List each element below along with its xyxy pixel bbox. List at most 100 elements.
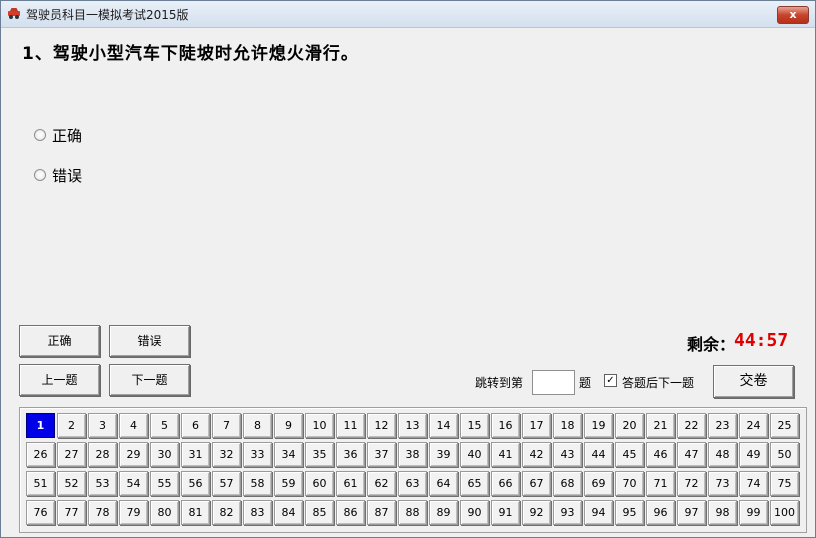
- question-number-button[interactable]: 67: [522, 471, 551, 496]
- question-number-button[interactable]: 55: [150, 471, 179, 496]
- question-number-button[interactable]: 47: [677, 442, 706, 467]
- next-question-button[interactable]: 下一题: [109, 364, 190, 396]
- question-number-button[interactable]: 98: [708, 500, 737, 525]
- question-number-button[interactable]: 99: [739, 500, 768, 525]
- question-number-button[interactable]: 28: [88, 442, 117, 467]
- question-number-button[interactable]: 51: [26, 471, 55, 496]
- question-number-button[interactable]: 50: [770, 442, 799, 467]
- question-number-button[interactable]: 38: [398, 442, 427, 467]
- question-number-button[interactable]: 25: [770, 413, 799, 438]
- question-number-button[interactable]: 77: [57, 500, 86, 525]
- question-number-button[interactable]: 44: [584, 442, 613, 467]
- question-number-button[interactable]: 10: [305, 413, 334, 438]
- question-number-button[interactable]: 4: [119, 413, 148, 438]
- question-number-button[interactable]: 43: [553, 442, 582, 467]
- question-number-button[interactable]: 73: [708, 471, 737, 496]
- question-number-button[interactable]: 81: [181, 500, 210, 525]
- question-number-button[interactable]: 92: [522, 500, 551, 525]
- radio-button[interactable]: [34, 169, 46, 181]
- close-button[interactable]: x: [777, 6, 809, 24]
- question-number-button[interactable]: 46: [646, 442, 675, 467]
- question-number-button[interactable]: 61: [336, 471, 365, 496]
- question-number-button[interactable]: 84: [274, 500, 303, 525]
- question-number-button[interactable]: 88: [398, 500, 427, 525]
- question-number-button[interactable]: 7: [212, 413, 241, 438]
- question-number-button[interactable]: 75: [770, 471, 799, 496]
- question-number-button[interactable]: 41: [491, 442, 520, 467]
- question-number-button[interactable]: 90: [460, 500, 489, 525]
- question-number-button[interactable]: 2: [57, 413, 86, 438]
- question-number-button[interactable]: 13: [398, 413, 427, 438]
- question-number-button[interactable]: 16: [491, 413, 520, 438]
- question-number-button[interactable]: 1: [26, 413, 55, 438]
- question-number-button[interactable]: 93: [553, 500, 582, 525]
- question-number-button[interactable]: 100: [770, 500, 799, 525]
- question-number-button[interactable]: 3: [88, 413, 117, 438]
- question-number-button[interactable]: 59: [274, 471, 303, 496]
- question-number-button[interactable]: 52: [57, 471, 86, 496]
- question-number-button[interactable]: 71: [646, 471, 675, 496]
- question-number-button[interactable]: 86: [336, 500, 365, 525]
- submit-button[interactable]: 交卷: [713, 365, 794, 398]
- question-number-button[interactable]: 32: [212, 442, 241, 467]
- question-number-button[interactable]: 54: [119, 471, 148, 496]
- question-number-button[interactable]: 17: [522, 413, 551, 438]
- question-number-button[interactable]: 34: [274, 442, 303, 467]
- question-number-button[interactable]: 63: [398, 471, 427, 496]
- question-number-button[interactable]: 26: [26, 442, 55, 467]
- question-number-button[interactable]: 69: [584, 471, 613, 496]
- question-number-button[interactable]: 29: [119, 442, 148, 467]
- question-number-button[interactable]: 83: [243, 500, 272, 525]
- question-number-button[interactable]: 48: [708, 442, 737, 467]
- question-number-button[interactable]: 65: [460, 471, 489, 496]
- question-number-button[interactable]: 11: [336, 413, 365, 438]
- question-number-button[interactable]: 62: [367, 471, 396, 496]
- question-number-button[interactable]: 56: [181, 471, 210, 496]
- question-number-button[interactable]: 57: [212, 471, 241, 496]
- question-number-button[interactable]: 12: [367, 413, 396, 438]
- question-number-button[interactable]: 45: [615, 442, 644, 467]
- question-number-button[interactable]: 37: [367, 442, 396, 467]
- answer-correct-button[interactable]: 正确: [19, 325, 100, 357]
- question-number-button[interactable]: 96: [646, 500, 675, 525]
- question-number-button[interactable]: 5: [150, 413, 179, 438]
- question-number-button[interactable]: 35: [305, 442, 334, 467]
- question-number-button[interactable]: 91: [491, 500, 520, 525]
- question-number-button[interactable]: 9: [274, 413, 303, 438]
- auto-next-checkbox[interactable]: ✓: [604, 374, 617, 387]
- question-number-button[interactable]: 49: [739, 442, 768, 467]
- question-number-button[interactable]: 40: [460, 442, 489, 467]
- question-number-button[interactable]: 68: [553, 471, 582, 496]
- question-number-button[interactable]: 64: [429, 471, 458, 496]
- question-number-button[interactable]: 20: [615, 413, 644, 438]
- question-number-button[interactable]: 18: [553, 413, 582, 438]
- question-number-button[interactable]: 22: [677, 413, 706, 438]
- question-number-button[interactable]: 82: [212, 500, 241, 525]
- question-number-button[interactable]: 6: [181, 413, 210, 438]
- question-number-button[interactable]: 74: [739, 471, 768, 496]
- question-number-button[interactable]: 58: [243, 471, 272, 496]
- prev-question-button[interactable]: 上一题: [19, 364, 100, 396]
- answer-wrong-button[interactable]: 错误: [109, 325, 190, 357]
- question-number-button[interactable]: 94: [584, 500, 613, 525]
- question-number-button[interactable]: 70: [615, 471, 644, 496]
- question-number-button[interactable]: 24: [739, 413, 768, 438]
- question-number-button[interactable]: 36: [336, 442, 365, 467]
- question-number-button[interactable]: 33: [243, 442, 272, 467]
- question-number-button[interactable]: 89: [429, 500, 458, 525]
- question-number-button[interactable]: 60: [305, 471, 334, 496]
- question-number-button[interactable]: 8: [243, 413, 272, 438]
- question-number-button[interactable]: 21: [646, 413, 675, 438]
- question-number-button[interactable]: 95: [615, 500, 644, 525]
- question-number-button[interactable]: 78: [88, 500, 117, 525]
- radio-button[interactable]: [34, 129, 46, 141]
- question-number-button[interactable]: 27: [57, 442, 86, 467]
- question-number-button[interactable]: 23: [708, 413, 737, 438]
- question-number-button[interactable]: 53: [88, 471, 117, 496]
- question-number-button[interactable]: 79: [119, 500, 148, 525]
- question-number-button[interactable]: 97: [677, 500, 706, 525]
- question-number-button[interactable]: 15: [460, 413, 489, 438]
- question-number-button[interactable]: 30: [150, 442, 179, 467]
- question-number-button[interactable]: 76: [26, 500, 55, 525]
- question-number-button[interactable]: 31: [181, 442, 210, 467]
